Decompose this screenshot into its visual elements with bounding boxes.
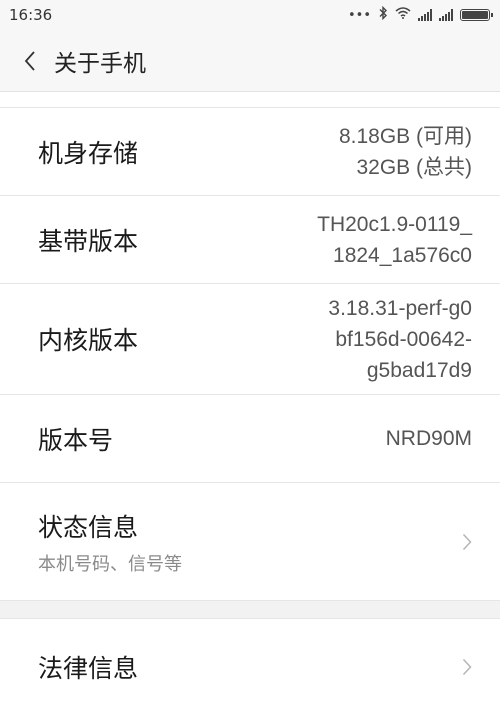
chevron-right-icon [460,655,474,679]
wifi-icon [395,7,411,23]
storage-value: 8.18GB (可用) 32GB (总共) [339,121,472,183]
legal-card: 法律信息 [0,619,500,711]
storage-label: 机身存储 [38,138,139,168]
kernel-value-line: 3.18.31-perf-g0 [328,296,472,320]
status-bar: 16:36 ••• [0,0,500,30]
baseband-value: TH20c1.9-0119_ 1824_1a576c0 [317,209,472,271]
status-time: 16:36 [9,6,53,24]
storage-available: 8.18GB (可用) [338,124,472,148]
baseband-value-line: TH20c1.9-0119_ [317,212,472,236]
status-info-sublabel: 本机号码、信号等 [38,553,182,575]
chevron-right-icon [460,530,474,554]
signal-icon [439,9,453,21]
status-info-text: 状态信息 本机号码、信号等 [38,508,182,576]
settings-list: 机身存储 8.18GB (可用) 32GB (总共) 基带版本 TH20c1.9… [0,92,500,711]
row-baseband: 基带版本 TH20c1.9-0119_ 1824_1a576c0 [0,196,500,284]
kernel-value: 3.18.31-perf-g0 bf156d-00642- g5bad17d9 [328,293,472,386]
storage-total: 32GB (总共) [356,155,472,179]
build-number-label: 版本号 [38,425,114,455]
status-icons: ••• [347,5,493,24]
kernel-label: 内核版本 [38,326,139,355]
more-icon: ••• [347,7,371,23]
battery-icon [460,9,493,21]
baseband-label: 基带版本 [38,226,139,256]
kernel-value-line: g5bad17d9 [366,358,472,382]
list-top-edge [0,92,500,108]
row-legal-info[interactable]: 法律信息 [0,619,500,711]
title-bar: 关于手机 [0,30,500,92]
row-status-info[interactable]: 状态信息 本机号码、信号等 [0,483,500,601]
kernel-value-line: bf156d-00642- [335,327,472,351]
chevron-left-icon [24,50,35,71]
bluetooth-icon [378,5,388,24]
back-button[interactable] [8,30,52,92]
row-storage: 机身存储 8.18GB (可用) 32GB (总共) [0,108,500,196]
section-gap [0,601,500,619]
build-number-value: NRD90M [386,423,472,454]
signal-icon [418,9,432,21]
row-kernel: 内核版本 3.18.31-perf-g0 bf156d-00642- g5bad… [0,284,500,395]
baseband-value-line: 1824_1a576c0 [333,243,472,267]
build-number-text: NRD90M [385,427,472,450]
status-info-label: 状态信息 [38,512,139,542]
page-title: 关于手机 [54,50,146,77]
row-build-number[interactable]: 版本号 NRD90M [0,395,500,483]
legal-info-label: 法律信息 [38,653,139,683]
info-card: 机身存储 8.18GB (可用) 32GB (总共) 基带版本 TH20c1.9… [0,92,500,601]
